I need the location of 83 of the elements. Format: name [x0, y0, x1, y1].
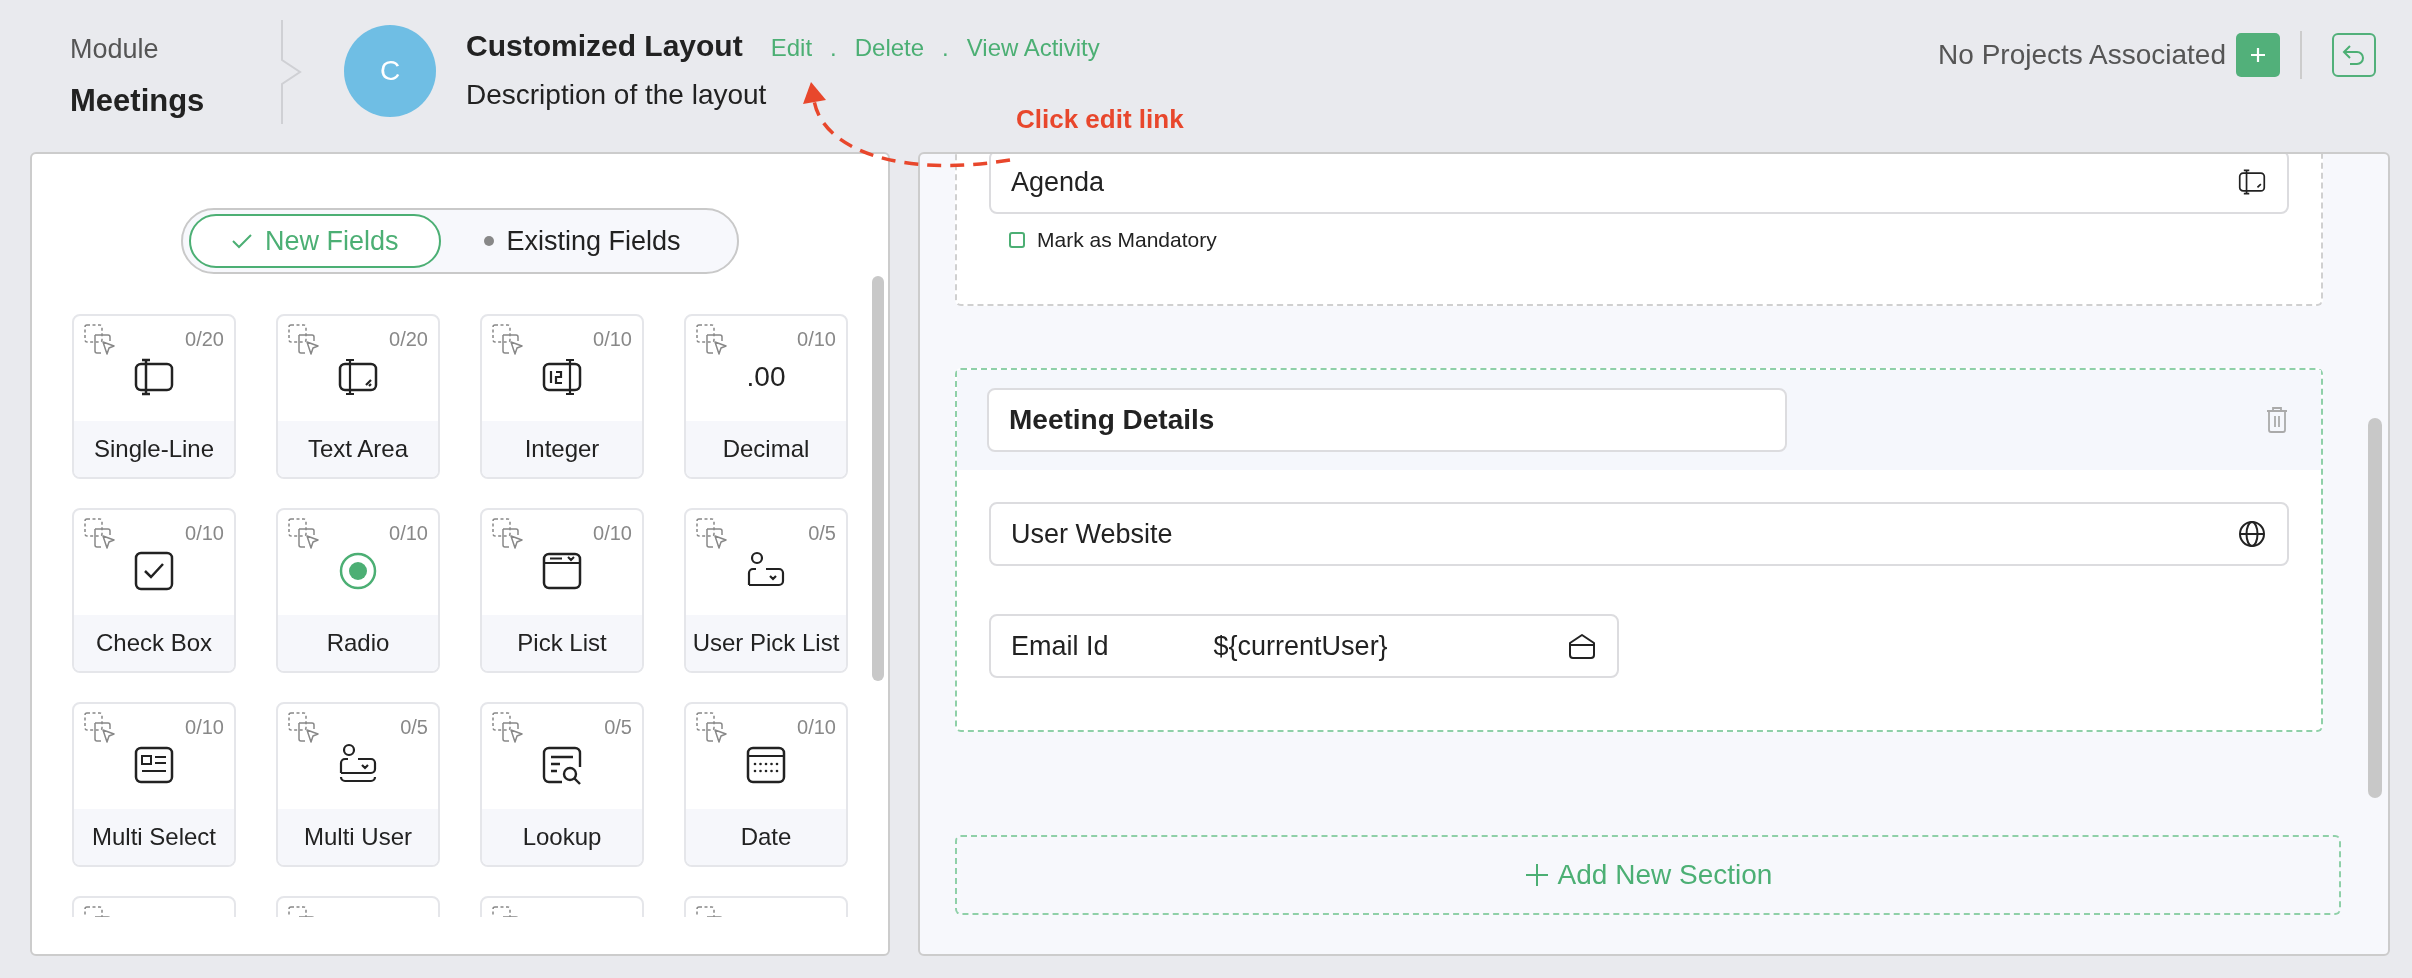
scrollbar-thumb[interactable] [2368, 418, 2382, 798]
usage-count: 0/5 [400, 716, 428, 739]
usage-count: 0/10 [593, 522, 632, 545]
field-type-label: Single-Line [74, 421, 234, 477]
field-type-card[interactable]: 0/20 Single-Line [72, 314, 236, 479]
field-type-label: Text Area [278, 421, 438, 477]
field-type-card[interactable]: 0/5 User Pick List [684, 508, 848, 673]
usage-count: 0/10 [185, 522, 224, 545]
layout-field[interactable]: Email Id ${currentUser} [989, 614, 1619, 678]
annotation-label: Click edit link [1016, 104, 1184, 135]
field-type-label: Lookup [482, 809, 642, 865]
layout-avatar: C [344, 25, 436, 117]
drag-icon [84, 712, 116, 744]
module-label: Module [70, 33, 160, 65]
usage-count: 0/10 [389, 522, 428, 545]
drag-icon [84, 518, 116, 550]
section-title-field[interactable]: Meeting Details [987, 388, 1787, 452]
field-label: Email Id [1011, 630, 1109, 662]
field-type-card[interactable]: 0/20 Text Area [276, 314, 440, 479]
layout-title: Customized Layout [466, 29, 743, 63]
module-name: Meetings [70, 82, 206, 119]
field-type-label: Multi Select [74, 809, 234, 865]
decimal-icon: .00 [746, 360, 786, 393]
drag-icon [696, 712, 728, 744]
text-area-icon [2237, 167, 2267, 197]
drag-icon [288, 518, 320, 550]
usage-count: 0/10 [593, 328, 632, 351]
usage-count: 0/10 [797, 716, 836, 739]
field-type-card[interactable]: 0/10 Multi Select [72, 702, 236, 867]
undo-button[interactable] [2332, 33, 2376, 77]
drag-icon [288, 324, 320, 356]
layout-field[interactable]: Agenda [989, 154, 2289, 214]
globe-icon [2237, 519, 2267, 549]
undo-icon [2342, 44, 2366, 66]
layout-field[interactable]: User Website [989, 502, 2289, 566]
mandatory-label: Mark as Mandatory [1037, 228, 1217, 252]
field-type-label: Multi User [278, 809, 438, 865]
field-default-value: ${currentUser} [1213, 630, 1388, 662]
field-type-label: User Pick List [686, 615, 846, 671]
field-type-card[interactable]: 0/5 Multi User [276, 702, 440, 867]
field-type-card[interactable]: 0/10 Pick List [480, 508, 644, 673]
field-type-card[interactable]: 0/10 Radio [276, 508, 440, 673]
usage-count: 0/20 [185, 328, 224, 351]
field-type-card[interactable]: 0/10 Check Box [72, 508, 236, 673]
usage-count: 0/5 [808, 522, 836, 545]
plus-icon [2249, 46, 2267, 64]
drag-icon [84, 324, 116, 356]
field-type-label: Check Box [74, 615, 234, 671]
dot-icon [482, 235, 495, 247]
link-separator: . [942, 34, 949, 62]
field-type-label: Integer [482, 421, 642, 477]
field-type-card[interactable]: 0/5 Lookup [480, 702, 644, 867]
breadcrumb-chevron-icon [280, 20, 302, 124]
usage-count: 0/10 [185, 716, 224, 739]
drag-icon [696, 324, 728, 356]
layout-description: Description of the layout [466, 79, 768, 111]
checkmark-icon [231, 232, 253, 250]
delete-icon[interactable] [2265, 406, 2289, 434]
drag-icon [492, 324, 524, 356]
usage-count: 0/5 [604, 716, 632, 739]
field-type-card[interactable]: 0/10 Date [684, 702, 848, 867]
drag-icon [696, 518, 728, 550]
projects-status: No Projects Associated [1938, 39, 2226, 71]
field-source-tab[interactable]: Existing Fields [440, 214, 723, 268]
field-type-card[interactable]: 0/10 Integer [480, 314, 644, 479]
usage-count: 0/20 [389, 328, 428, 351]
envelope-icon [1567, 631, 1597, 661]
add-project-button[interactable] [2236, 33, 2280, 77]
field-type-label: Radio [278, 615, 438, 671]
drag-icon [288, 712, 320, 744]
drag-icon [492, 518, 524, 550]
field-label: Agenda [1011, 166, 1105, 198]
plus-icon [1523, 862, 1550, 888]
field-type-card[interactable]: 0/10 .00 Decimal [684, 314, 848, 479]
field-type-label: Date [686, 809, 846, 865]
scrollbar-thumb[interactable] [872, 276, 884, 681]
field-label: User Website [1011, 518, 1173, 550]
field-type-label: Pick List [482, 615, 642, 671]
link-separator: . [830, 34, 837, 62]
mandatory-checkbox[interactable] [1009, 232, 1025, 248]
field-type-label: Decimal [686, 421, 846, 477]
drag-icon [492, 712, 524, 744]
usage-count: 0/10 [797, 328, 836, 351]
